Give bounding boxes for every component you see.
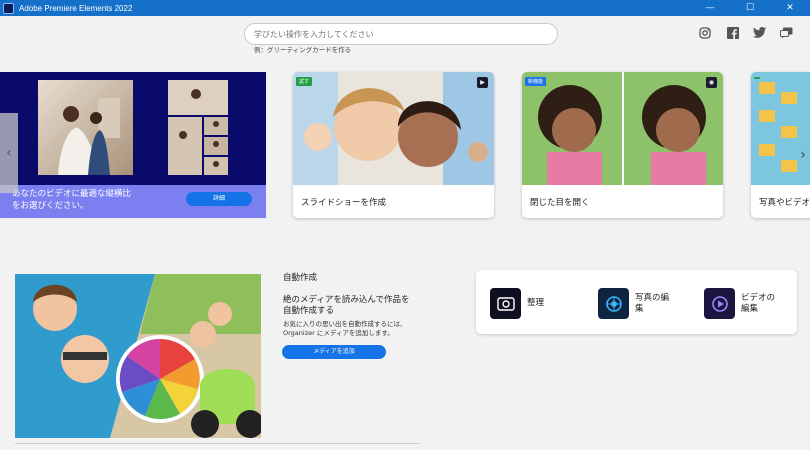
carousel-prev-button[interactable]: ‹ (0, 113, 18, 193)
photo-icon: ◉ (706, 77, 717, 88)
app-icon (3, 2, 14, 14)
auto-create-heading: 絶のメディアを読み込んで作品を自動作成する (283, 295, 410, 316)
minimize-button[interactable]: — (690, 0, 730, 16)
new-feature-badge: 新機能 (525, 77, 547, 86)
slideshow-card-label: スライドショーを作成 (301, 198, 387, 208)
search-hint: 例：グリーティングカードを作る (254, 46, 352, 54)
photo-edit-label: 写真の編 集 (635, 292, 670, 314)
instagram-icon[interactable] (697, 25, 712, 40)
video-edit-icon (704, 288, 735, 319)
quick-actions-panel: 整理 写真の編 集 ビデオの 編集 (476, 270, 797, 334)
carousel-next-button[interactable]: › (796, 125, 810, 185)
banner-photo-grid (168, 80, 228, 175)
video-edit-label: ビデオの 編集 (741, 292, 776, 314)
try-badge: 試す (296, 77, 313, 86)
video-icon: ▶ (477, 77, 488, 88)
facebook-icon[interactable] (725, 25, 740, 40)
section-divider (15, 443, 419, 444)
auto-create-image (15, 274, 261, 438)
banner-message: あなたのビデオに最適な縦横比 をお選びください。 (12, 189, 132, 211)
aspect-ratio-banner[interactable]: あなたのビデオに最適な縦横比 をお選びください。 詳細 (0, 72, 266, 218)
photo-edit-action[interactable]: 写真の編 集 (598, 288, 669, 319)
organize-icon (490, 288, 521, 319)
banner-family-photo (38, 80, 133, 175)
add-media-button[interactable]: メディアを追加 (282, 345, 386, 359)
close-button[interactable]: ✕ (770, 0, 810, 16)
organize-card-label: 写真やビデオを (759, 198, 810, 208)
auto-create-title: 自動作成 (283, 273, 318, 283)
organize-badge (754, 77, 760, 79)
slideshow-card-image (293, 72, 494, 185)
organize-action[interactable]: 整理 (490, 288, 544, 319)
maximize-button[interactable]: ☐ (730, 0, 770, 16)
details-button[interactable]: 詳細 (186, 192, 252, 206)
organize-label: 整理 (527, 298, 545, 308)
title-bar: Adobe Premiere Elements 2022 (0, 0, 810, 16)
open-eyes-card-label: 閉じた目を開く (530, 198, 590, 208)
window-title: Adobe Premiere Elements 2022 (19, 3, 133, 13)
video-edit-action[interactable]: ビデオの 編集 (704, 288, 775, 319)
open-eyes-card-image (522, 72, 723, 185)
feedback-icon[interactable] (779, 25, 794, 40)
open-eyes-card[interactable]: 新機能 ◉ 閉じた目を開く (522, 72, 723, 218)
slideshow-card[interactable]: 試す ▶ スライドショーを作成 (293, 72, 494, 218)
twitter-icon[interactable] (752, 25, 767, 40)
photo-edit-icon (598, 288, 629, 319)
search-input[interactable] (244, 23, 558, 45)
auto-create-description: お気に入りの思い出を自動作成するには、Organizer にメディアを追加します… (283, 320, 407, 337)
